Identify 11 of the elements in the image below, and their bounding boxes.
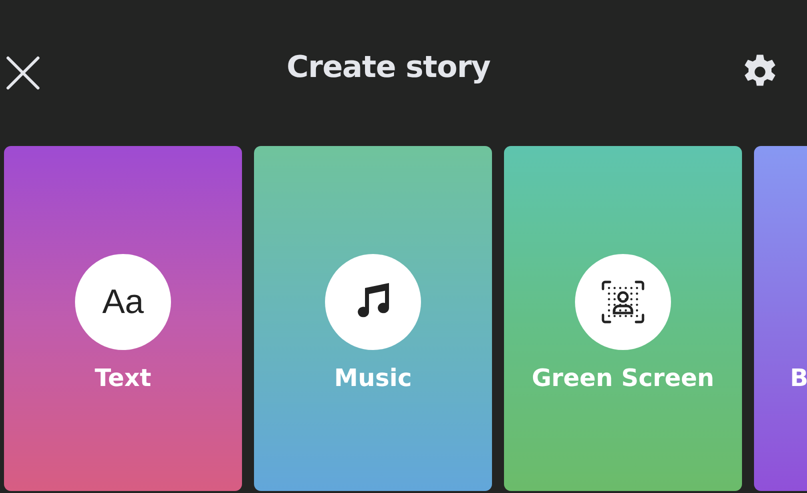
close-icon[interactable] [6,56,40,90]
card-label: B [790,364,807,392]
story-card[interactable]: Aa Text [4,146,242,491]
text-icon: Aa [75,254,171,350]
card-label: Music [334,364,412,392]
card-label: Text [94,364,152,392]
story-card[interactable]: Green Screen [504,146,742,491]
story-card[interactable]: B [754,146,807,491]
page-title: Create story [286,50,490,85]
card-label: Green Screen [532,364,714,392]
story-card[interactable]: Music [254,146,492,491]
